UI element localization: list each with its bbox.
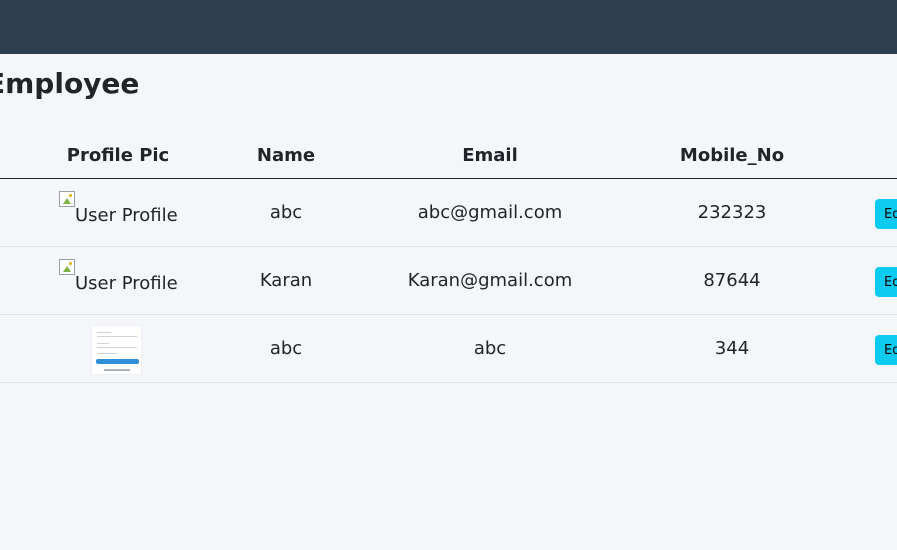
cell-mobile: 87644 bbox=[703, 270, 761, 291]
cell-email: abc bbox=[473, 338, 507, 359]
thumb-button bbox=[96, 359, 139, 364]
thumb-line bbox=[97, 347, 137, 348]
header-email: Email bbox=[462, 145, 518, 166]
cell-email: abc@gmail.com bbox=[417, 202, 563, 223]
cell-mobile: 232323 bbox=[697, 202, 767, 223]
edit-button[interactable]: Edit bbox=[875, 199, 897, 229]
thumb-footer bbox=[104, 369, 130, 371]
profile-pic-thumbnail bbox=[91, 325, 142, 375]
table-row: User Profile abc abc@gmail.com 232323 Ed… bbox=[0, 179, 897, 247]
header-mobile: Mobile_No bbox=[679, 145, 785, 166]
profile-pic-alt-text: User Profile bbox=[75, 205, 178, 226]
top-navbar bbox=[0, 0, 897, 54]
broken-image-icon bbox=[59, 191, 75, 207]
cell-email: Karan@gmail.com bbox=[407, 270, 573, 291]
table-row: User Profile Karan Karan@gmail.com 87644… bbox=[0, 247, 897, 315]
profile-pic-broken-image: User Profile bbox=[59, 259, 189, 299]
profile-pic-alt-text: User Profile bbox=[75, 273, 178, 294]
cell-mobile: 344 bbox=[714, 338, 750, 359]
table-header-row: Profile Pic Name Email Mobile_No bbox=[0, 132, 897, 179]
thumb-line bbox=[97, 332, 111, 333]
profile-pic-broken-image: User Profile bbox=[59, 191, 189, 231]
edit-button[interactable]: Edit bbox=[875, 267, 897, 297]
table-row: abc abc 344 Edit bbox=[0, 315, 897, 383]
thumb-line bbox=[97, 343, 109, 344]
broken-image-icon bbox=[59, 259, 75, 275]
thumb-line bbox=[97, 336, 137, 337]
employee-table: Profile Pic Name Email Mobile_No User Pr… bbox=[0, 132, 897, 383]
page-title: Employee bbox=[0, 67, 140, 100]
thumb-line bbox=[97, 353, 117, 354]
edit-button[interactable]: Edit bbox=[875, 335, 897, 365]
